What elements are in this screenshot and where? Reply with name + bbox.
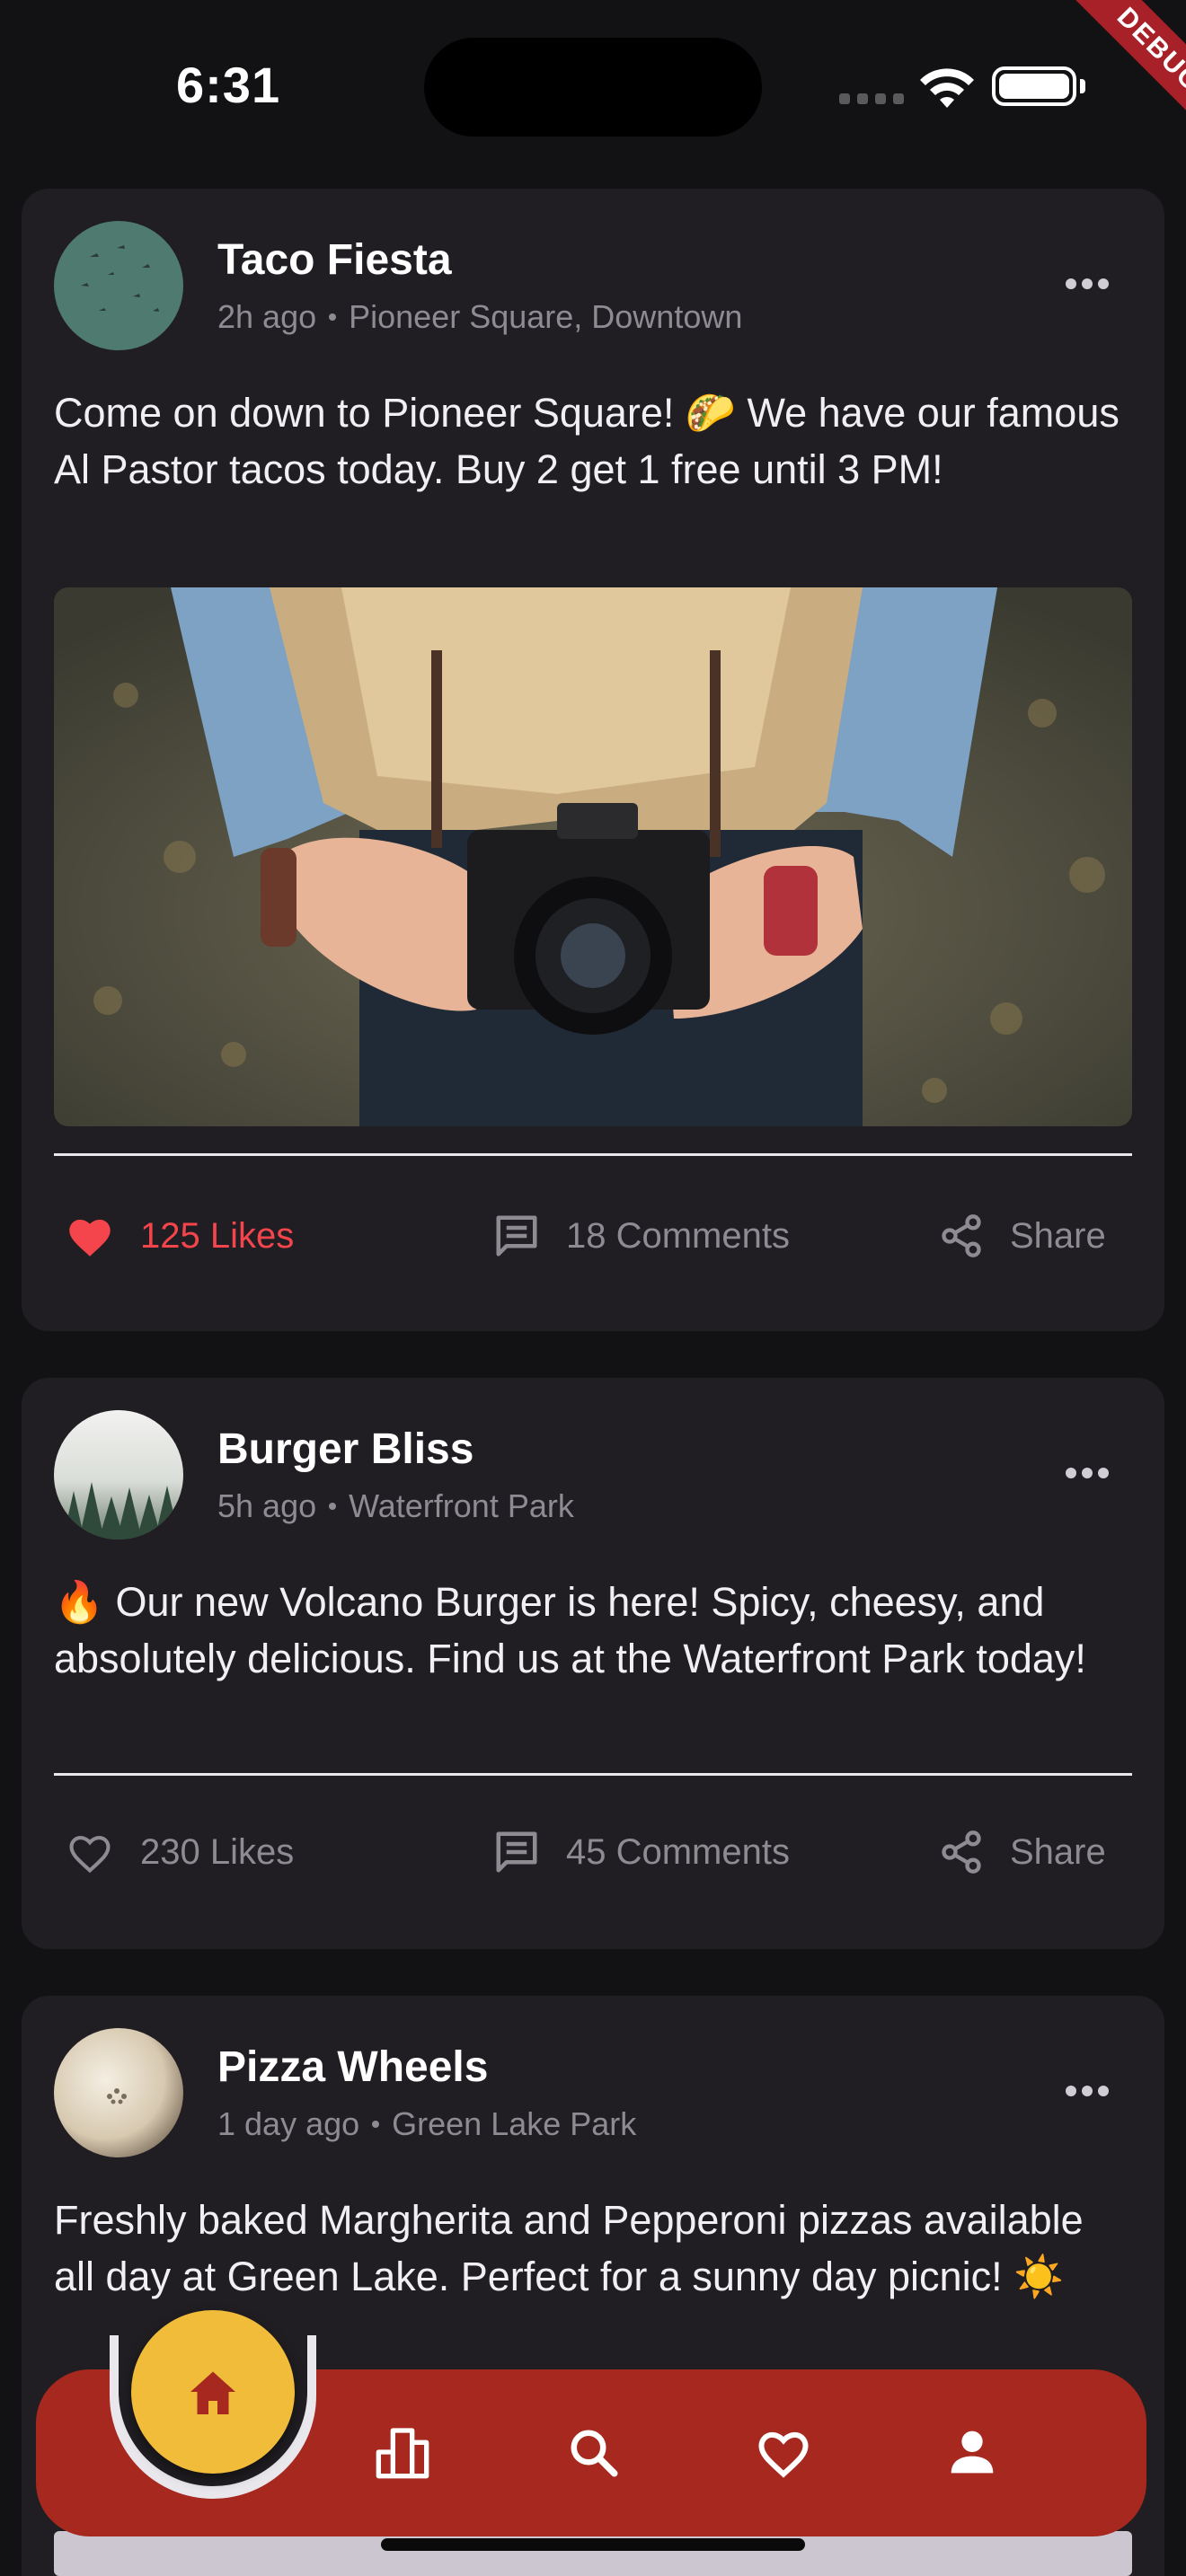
like-button[interactable]: 230 Likes (65, 1814, 294, 1890)
avatar[interactable] (54, 221, 183, 350)
post-text: 🔥 Our new Volcano Burger is here! Spicy,… (54, 1579, 1086, 1681)
nav-profile-button[interactable] (936, 2416, 1008, 2488)
nav-search-button[interactable] (557, 2416, 629, 2488)
profile-icon (951, 2430, 994, 2474)
home-icon (190, 2371, 235, 2414)
post-author[interactable]: Taco Fiesta (217, 235, 452, 285)
status-time: 6:31 (176, 57, 281, 113)
divider (54, 1773, 1132, 1776)
nav-leaderboard-button[interactable] (367, 2416, 438, 2488)
post-location: Pioneer Square, Downtown (349, 298, 743, 335)
status-bar: 6:31 (0, 0, 1186, 171)
post-text: Freshly baked Margherita and Pepperoni p… (54, 2197, 1084, 2299)
post-card: Taco Fiesta 2h ago Pioneer Square, Downt… (22, 189, 1164, 1331)
likes-count: 125 Likes (140, 1215, 295, 1256)
divider (54, 1153, 1132, 1156)
comment-icon (496, 1215, 537, 1257)
avatar[interactable] (54, 2028, 183, 2157)
share-label: Share (1010, 1215, 1106, 1256)
comment-button[interactable]: 18 Comments (492, 1198, 790, 1274)
post-author[interactable]: Pizza Wheels (217, 2042, 488, 2092)
heart-filled-icon (69, 1219, 111, 1257)
comment-button[interactable]: 45 Comments (492, 1814, 790, 1890)
post-time: 2h ago (217, 298, 317, 335)
nav-home-button[interactable] (131, 2310, 295, 2474)
post-location: Waterfront Park (349, 1487, 574, 1524)
post-time: 1 day ago (217, 2105, 360, 2142)
comments-count: 45 Comments (566, 1831, 790, 1872)
post-meta: 5h ago Waterfront Park (217, 1487, 574, 1525)
post-author[interactable]: Burger Bliss (217, 1425, 474, 1474)
share-button[interactable]: Share (938, 1814, 1106, 1890)
more-options-icon[interactable] (1066, 1464, 1111, 1482)
comments-count: 18 Comments (566, 1215, 790, 1256)
battery-icon (992, 66, 1076, 106)
cellular-signal-icon (839, 93, 904, 104)
post-location: Green Lake Park (392, 2105, 637, 2142)
post-actions: 230 Likes 45 Comments Share (54, 1814, 1132, 1890)
post-meta: 1 day ago Green Lake Park (217, 2105, 636, 2143)
post-image[interactable] (54, 587, 1132, 1126)
post-actions: 125 Likes 18 Comments Share (54, 1198, 1132, 1274)
home-indicator (381, 2538, 805, 2551)
like-button[interactable]: 125 Likes (65, 1198, 294, 1274)
share-button[interactable]: Share (938, 1198, 1106, 1274)
heart-outline-icon (69, 1836, 111, 1874)
avatar[interactable] (54, 1410, 183, 1539)
leaderboard-icon (376, 2428, 429, 2479)
post-text: Come on down to Pioneer Square! 🌮 We hav… (54, 390, 1120, 492)
likes-count: 230 Likes (140, 1831, 295, 1872)
wifi-icon (920, 68, 974, 108)
more-options-icon[interactable] (1066, 275, 1111, 293)
post-meta: 2h ago Pioneer Square, Downtown (217, 298, 742, 336)
share-icon (942, 1831, 981, 1874)
more-options-icon[interactable] (1066, 2082, 1111, 2100)
favorites-icon (758, 2431, 809, 2478)
share-icon (942, 1214, 981, 1257)
share-label: Share (1010, 1831, 1106, 1872)
nav-favorites-button[interactable] (748, 2416, 819, 2488)
search-icon (571, 2430, 618, 2477)
post-card: Burger Bliss 5h ago Waterfront Park 🔥 Ou… (22, 1378, 1164, 1949)
comment-icon (496, 1831, 537, 1873)
post-time: 5h ago (217, 1487, 317, 1524)
dynamic-island (424, 38, 762, 137)
